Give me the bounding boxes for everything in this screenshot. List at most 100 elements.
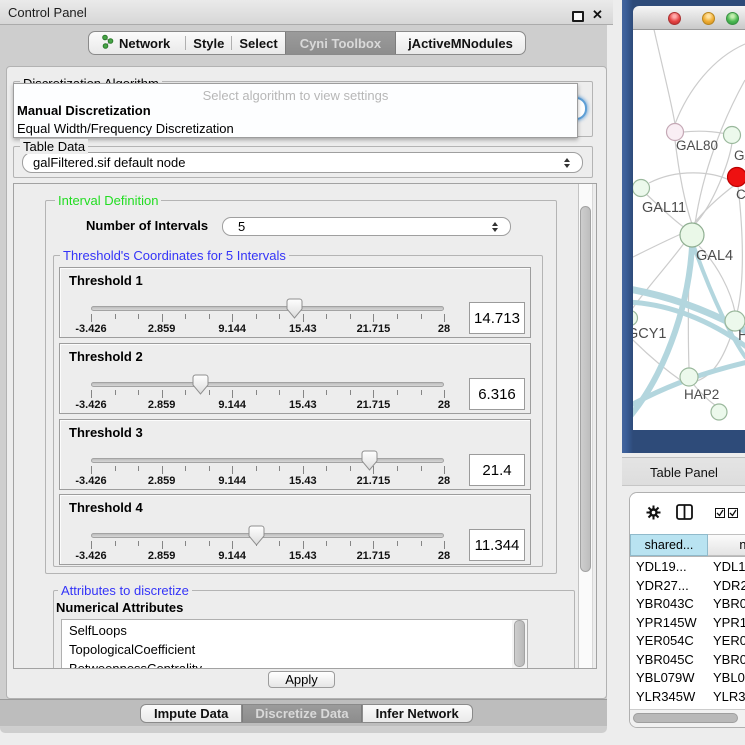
attributes-list-scrollbar-thumb[interactable] <box>514 620 525 667</box>
table-row[interactable]: YBL079WYBL0 <box>630 668 745 687</box>
node-gcy1 <box>633 311 638 326</box>
node-hap2 <box>680 368 698 386</box>
slider-tick-label: 9.144 <box>218 399 246 411</box>
popup-item-manual-discretization[interactable]: Manual Discretization <box>17 103 151 118</box>
slider-tick-label: 2.859 <box>148 399 176 411</box>
table-row[interactable]: YBR043C YBR0 <box>630 594 745 613</box>
table-data-title: Table Data <box>20 139 88 154</box>
cell-shared-name: YLR345W <box>636 689 695 704</box>
slider-tick <box>115 390 116 395</box>
threshold-value-field[interactable]: 6.316 <box>469 378 525 410</box>
threshold-slider-thumb[interactable] <box>192 374 209 395</box>
slider-tick <box>279 314 280 319</box>
threshold-slider-track[interactable] <box>91 533 444 538</box>
attribute-list-item[interactable]: SelfLoops <box>62 620 527 639</box>
cell-name: YDR2 <box>713 578 745 593</box>
attribute-list-item[interactable]: BetweennessCentrality <box>62 658 527 669</box>
slider-tick <box>209 541 210 546</box>
tab-discretize-data[interactable]: Discretize Data <box>242 705 361 722</box>
number-of-intervals-value: 5 <box>238 219 245 234</box>
table-panel-bar: Table Panel <box>622 457 745 486</box>
threshold-slider-thumb[interactable] <box>248 525 265 546</box>
slider-tick <box>185 390 186 395</box>
numerical-attributes-list[interactable]: SelfLoopsTopologicalCoefficientBetweenne… <box>61 619 528 669</box>
slider-tick <box>162 466 163 474</box>
slider-tick <box>138 314 139 319</box>
cyni-toolbox-panel: Discretization Algorithm Select algorith… <box>6 66 607 699</box>
table-row[interactable]: YDR27...YDR2 <box>630 576 745 595</box>
close-icon[interactable]: ✕ <box>592 7 603 23</box>
tab-network[interactable]: Network <box>89 32 185 54</box>
slider-tick-label: 28 <box>438 399 450 411</box>
slider-tick <box>373 541 374 549</box>
tab-impute-data[interactable]: Impute Data <box>141 705 241 722</box>
slider-tick <box>326 541 327 546</box>
threshold-label: Threshold 3 <box>69 425 143 440</box>
number-of-intervals-label: Number of Intervals <box>86 218 208 233</box>
table-row[interactable]: YBR045CYBR0 <box>630 650 745 669</box>
node-gal4 <box>680 223 704 247</box>
threshold-value-field[interactable]: 14.713 <box>469 302 525 334</box>
table-data-combobox[interactable]: galFiltered.sif default node <box>22 152 583 173</box>
bottom-tabbar: Impute Data Discretize Data Infer Networ… <box>140 704 473 723</box>
threshold-slider-track[interactable] <box>91 458 444 463</box>
threshold-label: Threshold 2 <box>69 349 143 364</box>
table-row[interactable]: YER054CYER0 <box>630 631 745 650</box>
minimize-traffic-light[interactable] <box>702 12 715 25</box>
close-traffic-light[interactable] <box>668 12 681 25</box>
column-header-shared-name[interactable]: shared... <box>630 534 708 556</box>
tab-select[interactable]: Select <box>232 32 284 54</box>
tab-style[interactable]: Style <box>186 32 231 54</box>
network-canvas[interactable]: GAL80 GA C GAL11 GAL4 GCY1 H HAP2 <box>633 30 745 430</box>
slider-tick <box>444 314 445 322</box>
slider-tick <box>279 541 280 546</box>
slider-tick <box>350 541 351 546</box>
table-row[interactable]: YDL19...YDL1 <box>630 557 745 576</box>
zoom-traffic-light[interactable] <box>726 12 739 25</box>
gear-icon[interactable] <box>646 505 661 520</box>
slider-tick-label: 9.144 <box>218 323 246 335</box>
table-header: shared... name <box>630 534 745 557</box>
slider-tick <box>350 314 351 319</box>
slider-tick-label: 2.859 <box>148 323 176 335</box>
numerical-attributes-label: Numerical Attributes <box>56 600 183 615</box>
threshold-label: Threshold 4 <box>69 500 143 515</box>
slider-tick <box>421 466 422 471</box>
slider-tick-label: 9.144 <box>218 475 246 487</box>
table-row[interactable]: YPR145WYPR1 <box>630 613 745 632</box>
main-scrollbar-thumb[interactable] <box>580 206 591 572</box>
node-label-gal4: GAL4 <box>696 248 733 264</box>
threshold-slider-track[interactable] <box>91 306 444 311</box>
table-hscrollbar-thumb[interactable] <box>633 713 738 723</box>
slider-tick <box>91 314 92 322</box>
split-columns-icon[interactable] <box>676 504 693 520</box>
cell-shared-name: YBR043C <box>636 596 694 611</box>
threshold-slider-track[interactable] <box>91 382 444 387</box>
number-of-intervals-spinner[interactable]: 5 <box>222 217 511 236</box>
threshold-slider-thumb[interactable] <box>361 450 378 471</box>
node-label-c: C <box>736 187 745 202</box>
tab-jactivemnodules[interactable]: jActiveMNodules <box>396 32 525 54</box>
tab-infer-network[interactable]: Infer Network <box>363 705 472 722</box>
float-window-icon[interactable] <box>572 11 584 22</box>
checkboxes-icon[interactable] <box>715 508 738 518</box>
slider-tick-label: 21.715 <box>357 399 391 411</box>
apply-button[interactable]: Apply <box>268 671 335 688</box>
attribute-list-item[interactable]: TopologicalCoefficient <box>62 639 527 658</box>
table-hscrollbar[interactable] <box>630 709 745 727</box>
slider-tick-label: 15.43 <box>289 550 317 562</box>
slider-tick <box>256 466 257 471</box>
threshold-slider-thumb[interactable] <box>286 298 303 319</box>
table-row[interactable]: YLR345WYLR3 <box>630 687 745 706</box>
tab-cyni-toolbox[interactable]: Cyni Toolbox <box>285 32 396 54</box>
slider-tick <box>162 390 163 398</box>
slider-tick <box>209 466 210 471</box>
threshold-value-field[interactable]: 11.344 <box>469 529 525 561</box>
popup-item-equal-width[interactable]: Equal Width/Frequency Discretization <box>17 121 234 136</box>
threshold-value-field[interactable]: 21.4 <box>469 454 525 486</box>
table-panel-title: Table Panel <box>650 465 718 480</box>
cell-shared-name: YDL19... <box>636 559 687 574</box>
cell-name: YBR0 <box>713 596 745 611</box>
column-header-name[interactable]: name <box>708 534 745 556</box>
node-label-gal80: GAL80 <box>676 138 718 153</box>
